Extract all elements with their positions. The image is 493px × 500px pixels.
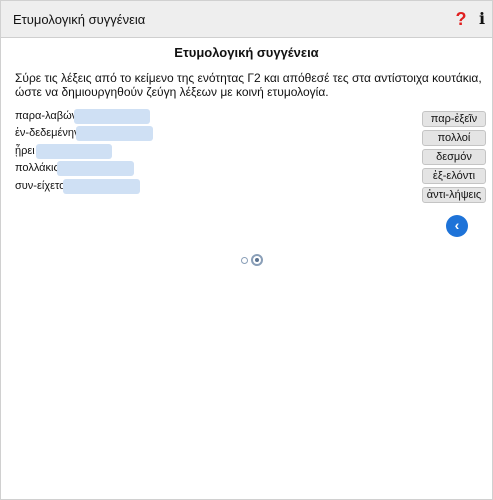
info-icon[interactable]: i <box>477 9 487 29</box>
page-dot-active[interactable] <box>251 254 263 266</box>
draggable-word[interactable]: ἀντι-λήψεις <box>422 187 486 203</box>
title-bar: Ετυμολογική συγγένεια ? i <box>1 1 492 38</box>
page-dot[interactable] <box>241 257 248 264</box>
help-icon[interactable]: ? <box>453 9 469 29</box>
pair-label: συν-είχετο <box>15 180 66 192</box>
chevron-left-icon: ‹ <box>454 217 460 233</box>
pair-label: ἐν-δεδεμένην <box>15 127 80 139</box>
draggable-word[interactable]: παρ-ἐξεῖν <box>422 111 486 127</box>
drop-box[interactable] <box>36 144 112 159</box>
draggable-word[interactable]: ἐξ-ελόντι <box>422 168 486 184</box>
exercise-heading: Ετυμολογική συγγένεια <box>174 45 319 60</box>
drop-box[interactable] <box>63 179 140 194</box>
pair-label: ᾖρει <box>15 145 35 157</box>
back-button[interactable]: ‹ <box>446 215 468 237</box>
drop-box[interactable] <box>74 109 150 124</box>
draggable-word[interactable]: δεσμόν <box>422 149 486 165</box>
drop-box[interactable] <box>57 161 134 176</box>
window-title: Ετυμολογική συγγένεια <box>13 12 146 27</box>
exercise-instructions: Σύρε τις λέξεις από το κείμενο της ενότη… <box>15 71 482 99</box>
pagination <box>241 254 271 268</box>
app-window: Ετυμολογική συγγένεια ? i Ετυμολογική συ… <box>0 0 493 500</box>
drop-box[interactable] <box>76 126 153 141</box>
pair-label: πολλάκις <box>15 162 59 174</box>
pair-label: παρα-λαβών <box>15 110 78 122</box>
draggable-word[interactable]: πολλοί <box>422 130 486 146</box>
